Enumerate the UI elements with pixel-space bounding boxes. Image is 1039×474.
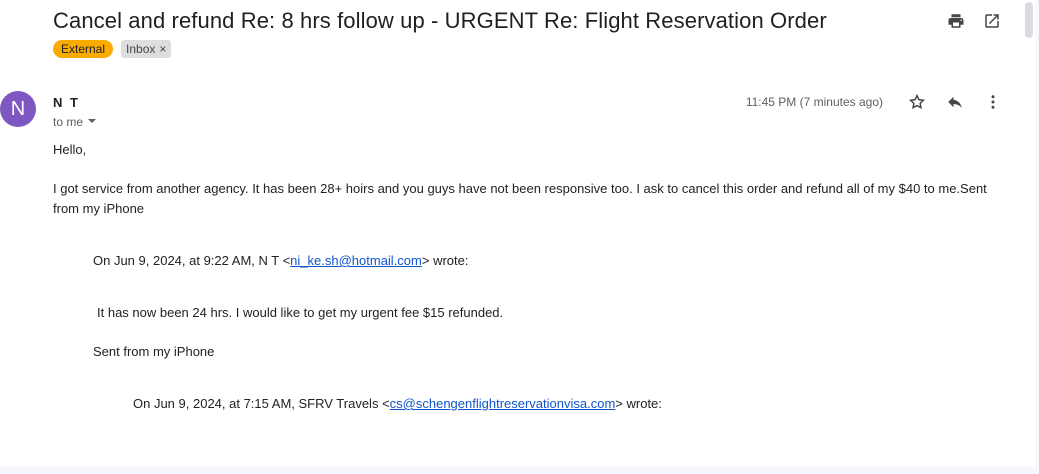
recipient-details[interactable]: to me (53, 115, 97, 129)
external-label: External (53, 40, 114, 58)
quote-1-header: On Jun 9, 2024, at 9:22 AM, N T <ni_ke.s… (93, 251, 468, 271)
body-greeting: Hello, (53, 142, 87, 157)
quote-1-signature: Sent from my iPhone (93, 344, 215, 359)
sender-avatar[interactable]: N (0, 91, 36, 127)
sender-name[interactable]: N T (53, 95, 80, 110)
quote-1-email-link[interactable]: ni_ke.sh@hotmail.com (290, 253, 422, 268)
quote-1-text: It has now been 24 hrs. I would like to … (97, 305, 504, 320)
email-view: Cancel and refund Re: 8 hrs follow up - … (0, 0, 1035, 466)
scrollbar-thumb[interactable] (1025, 2, 1033, 38)
recipient-text: to me (53, 115, 84, 129)
inbox-label-text: Inbox (126, 42, 156, 56)
body-line-2: from my iPhone (53, 201, 145, 216)
open-in-new-window-icon[interactable] (983, 12, 1001, 30)
star-icon[interactable] (908, 93, 926, 111)
quote-2-email-link[interactable]: cs@schengenflightreservationvisa.com (390, 396, 616, 411)
inbox-label[interactable]: Inbox × (121, 40, 172, 58)
quote-2-header: On Jun 9, 2024, at 7:15 AM, SFRV Travels… (133, 394, 662, 414)
label-row: External Inbox × (53, 40, 172, 58)
more-vert-icon[interactable] (984, 93, 1002, 111)
thread-actions (947, 12, 1001, 30)
message-actions (908, 93, 1002, 111)
message-timestamp: 11:45 PM (7 minutes ago) (745, 95, 883, 109)
remove-label-icon[interactable]: × (159, 42, 166, 56)
email-subject: Cancel and refund Re: 8 hrs follow up - … (53, 8, 827, 33)
print-icon[interactable] (947, 12, 965, 30)
reply-icon[interactable] (946, 93, 964, 111)
quote-2-suffix: > wrote: (615, 396, 662, 411)
caret-down-icon[interactable] (87, 115, 97, 129)
quote-1-prefix: On Jun 9, 2024, at 9:22 AM, N T < (93, 253, 291, 268)
scrollbar[interactable] (1023, 0, 1035, 466)
quote-2-prefix: On Jun 9, 2024, at 7:15 AM, SFRV Travels… (133, 396, 390, 411)
body-line-1: I got service from another agency. It ha… (53, 181, 987, 196)
quote-1-suffix: > wrote: (421, 253, 469, 268)
